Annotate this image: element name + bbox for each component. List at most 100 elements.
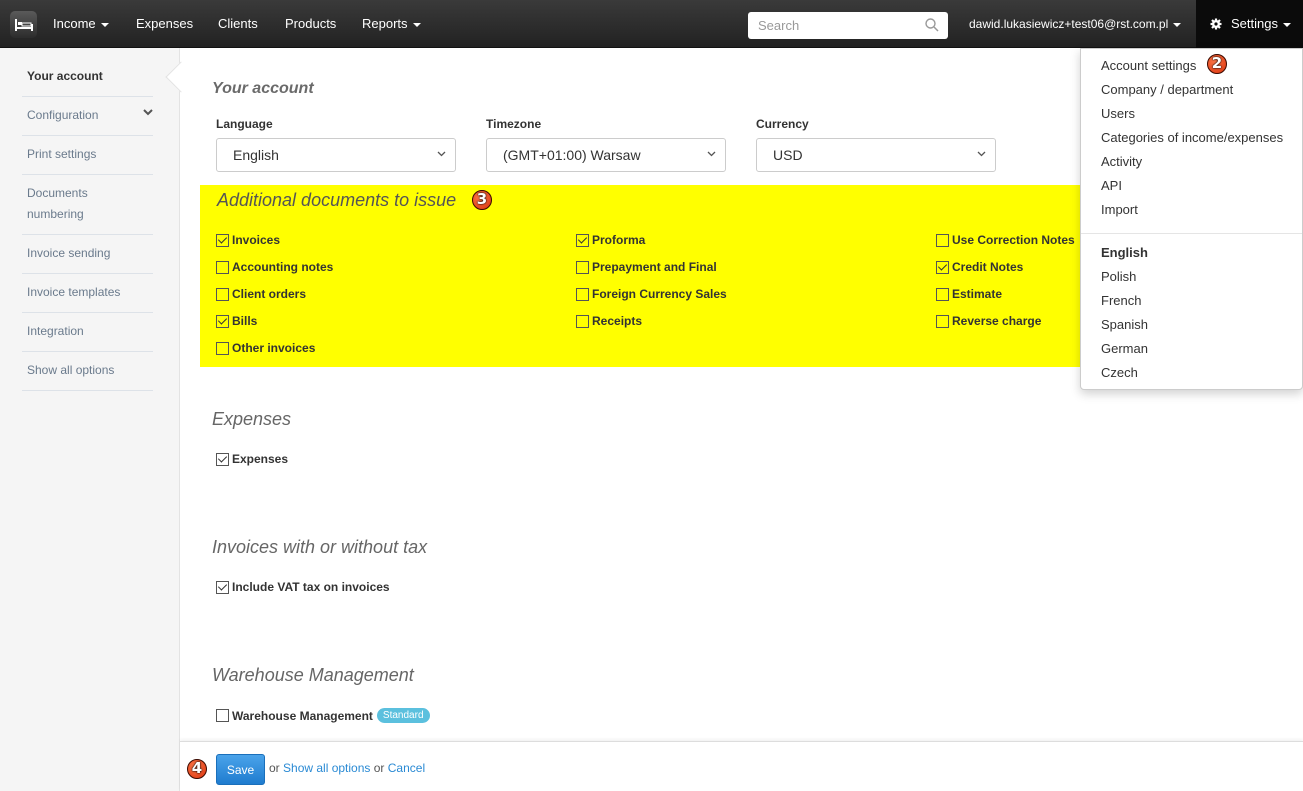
checkbox[interactable] — [576, 233, 589, 247]
include-vat-checkbox[interactable]: Include VAT tax on invoices — [216, 580, 390, 594]
gear-icon — [1210, 18, 1222, 30]
doc-option[interactable]: Use Correction Notes — [936, 233, 1075, 247]
tax-title: Invoices with or without tax — [212, 537, 428, 557]
settings-menu-item[interactable]: Activity — [1101, 154, 1142, 169]
checkbox[interactable] — [216, 709, 229, 722]
nav-reports-label: Reports — [362, 16, 408, 31]
nav-income[interactable]: Income — [53, 0, 109, 48]
language-select[interactable]: English — [216, 138, 456, 172]
checkbox[interactable] — [576, 260, 589, 274]
language-menu-item[interactable]: Spanish — [1101, 317, 1148, 332]
checkbox[interactable] — [936, 287, 949, 301]
settings-menu-item[interactable]: Account settings — [1101, 58, 1196, 73]
doc-option[interactable]: Prepayment and Final — [576, 260, 717, 274]
app-logo[interactable] — [10, 11, 37, 38]
checkbox[interactable] — [216, 452, 229, 466]
checkbox[interactable] — [216, 260, 229, 274]
doc-option-label: Credit Notes — [952, 260, 1024, 274]
additional-docs-title: Additional documents to issue — [217, 190, 457, 210]
currency-select[interactable]: USD — [756, 138, 996, 172]
checkbox[interactable] — [576, 314, 589, 328]
checkbox[interactable] — [936, 260, 949, 274]
settings-menu-item[interactable]: API — [1101, 178, 1122, 193]
doc-option-label: Client orders — [232, 287, 307, 301]
warehouse-title: Warehouse Management — [212, 665, 414, 685]
doc-option[interactable]: Credit Notes — [936, 260, 1023, 274]
step-marker-2: 2 — [1207, 54, 1227, 74]
doc-option[interactable]: Accounting notes — [216, 260, 333, 274]
doc-option[interactable]: Foreign Currency Sales — [576, 287, 727, 301]
sidebar: Your account Configuration Print setting… — [0, 48, 180, 791]
currency-value: USD — [773, 147, 803, 163]
doc-option-label: Foreign Currency Sales — [592, 287, 727, 301]
include-vat-label: Include VAT tax on invoices — [232, 580, 390, 594]
checkbox[interactable] — [216, 580, 229, 594]
doc-option[interactable]: Invoices — [216, 233, 280, 247]
language-menu-item[interactable]: Czech — [1101, 365, 1138, 380]
chevron-down-icon[interactable] — [143, 109, 153, 116]
checkbox[interactable] — [936, 314, 949, 328]
checkbox[interactable] — [216, 233, 229, 247]
sidebar-item-invoice-templates[interactable]: Invoice templates — [22, 273, 153, 313]
user-menu[interactable]: dawid.lukasiewicz+test06@rst.com.pl — [969, 0, 1182, 48]
nav-products[interactable]: Products — [285, 0, 336, 48]
settings-label: Settings — [1231, 0, 1291, 48]
show-all-options-link[interactable]: Show all options — [283, 761, 370, 775]
nav-expenses[interactable]: Expenses — [136, 0, 193, 48]
footer-links: or Show all options or Cancel — [269, 761, 425, 775]
language-menu-item[interactable]: German — [1101, 341, 1148, 356]
settings-menu-item[interactable]: Import — [1101, 202, 1138, 217]
doc-option[interactable]: Reverse charge — [936, 314, 1041, 328]
doc-option[interactable]: Estimate — [936, 287, 1002, 301]
caret-down-icon — [412, 22, 421, 27]
doc-option-label: Bills — [232, 314, 258, 328]
top-navbar: Income Expenses Clients Products Reports… — [0, 0, 1303, 48]
search-icon[interactable] — [925, 18, 939, 32]
sidebar-item-your-account[interactable]: Your account — [22, 57, 153, 97]
sidebar-item-configuration[interactable]: Configuration — [22, 96, 153, 136]
checkbox[interactable] — [216, 287, 229, 301]
language-menu-item[interactable]: French — [1101, 293, 1141, 308]
warehouse-label: Warehouse Management — [232, 708, 373, 723]
doc-option[interactable]: Proforma — [576, 233, 645, 247]
checkbox[interactable] — [936, 233, 949, 247]
sidebar-item-documents-numbering[interactable]: Documents numbering — [22, 174, 153, 235]
form-footer: 4 Save or Show all options or Cancel — [180, 741, 1303, 791]
expenses-title: Expenses — [212, 409, 292, 429]
nav-income-label: Income — [53, 16, 96, 31]
cancel-link[interactable]: Cancel — [388, 761, 425, 775]
warehouse-checkbox[interactable]: Warehouse Management Standard — [216, 708, 430, 723]
doc-option-label: Estimate — [952, 287, 1003, 301]
expenses-checkbox-label: Expenses — [232, 452, 289, 466]
settings-menu-item[interactable]: Company / department — [1101, 82, 1233, 97]
doc-option[interactable]: Receipts — [576, 314, 642, 328]
expenses-checkbox[interactable]: Expenses — [216, 452, 288, 466]
doc-option-label: Reverse charge — [952, 314, 1042, 328]
sidebar-item-integration[interactable]: Integration — [22, 312, 153, 352]
search-input[interactable] — [748, 12, 918, 39]
doc-option[interactable]: Bills — [216, 314, 257, 328]
timezone-select[interactable]: (GMT+01:00) Warsaw — [486, 138, 726, 172]
doc-option[interactable]: Other invoices — [216, 341, 315, 355]
checkbox[interactable] — [576, 287, 589, 301]
language-menu-item[interactable]: English — [1101, 245, 1148, 260]
checkbox[interactable] — [216, 314, 229, 328]
timezone-label: Timezone — [486, 117, 542, 131]
nav-reports[interactable]: Reports — [362, 0, 421, 48]
save-button[interactable]: Save — [216, 754, 265, 785]
additional-docs-highlight — [200, 185, 1090, 367]
settings-menu-item[interactable]: Categories of income/expenses — [1101, 130, 1283, 145]
settings-menu-toggle[interactable]: Settings — [1196, 0, 1303, 48]
settings-menu-item[interactable]: Users — [1101, 106, 1135, 121]
language-menu-item[interactable]: Polish — [1101, 269, 1136, 284]
currency-label: Currency — [756, 117, 809, 131]
bed-icon — [14, 18, 33, 31]
nav-clients[interactable]: Clients — [218, 0, 258, 48]
checkbox[interactable] — [216, 341, 229, 355]
dropdown-divider — [1081, 233, 1302, 234]
nav-clients-label: Clients — [218, 16, 258, 31]
sidebar-item-show-all-options[interactable]: Show all options — [22, 351, 153, 391]
sidebar-item-print-settings[interactable]: Print settings — [22, 135, 153, 175]
sidebar-item-invoice-sending[interactable]: Invoice sending — [22, 234, 153, 274]
doc-option[interactable]: Client orders — [216, 287, 306, 301]
